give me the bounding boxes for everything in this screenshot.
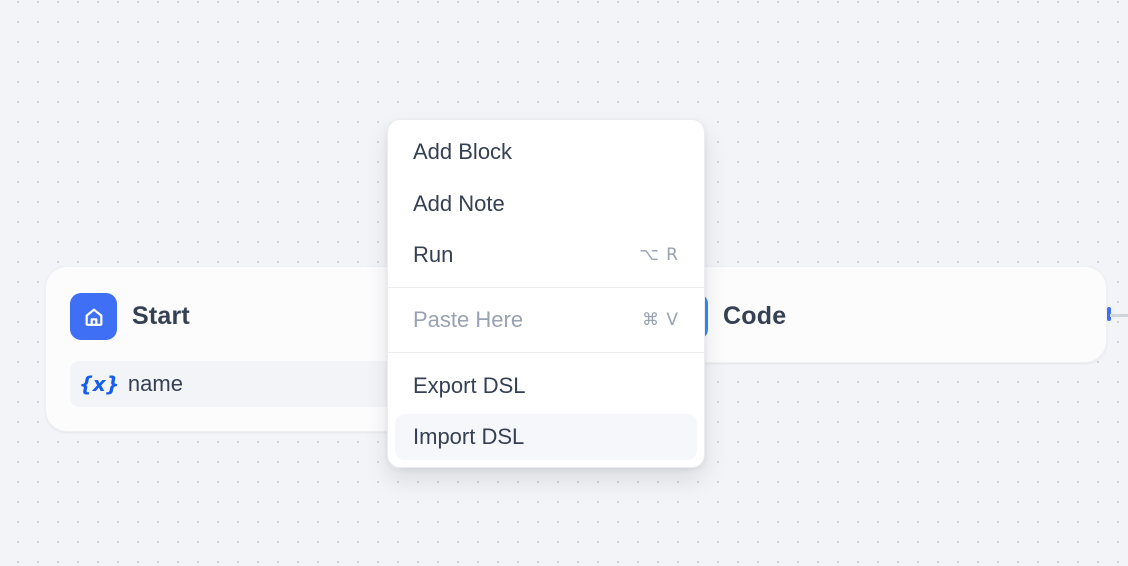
menu-item-add-note[interactable]: Add Note xyxy=(395,181,697,227)
variable-name: name xyxy=(127,371,183,396)
menu-item-label: Export DSL xyxy=(413,373,526,398)
paste-shortcut: ⌘ V xyxy=(641,310,679,330)
start-node-title: Start xyxy=(132,302,190,330)
menu-item-label: Add Note xyxy=(413,191,505,216)
menu-item-add-block[interactable]: Add Block xyxy=(395,129,697,175)
code-node[interactable]: Code xyxy=(660,266,1111,363)
home-icon xyxy=(70,293,117,340)
start-node-header: Start xyxy=(70,293,190,340)
context-menu: Add Block Add Note Run ⌥ R Paste Here ⌘ … xyxy=(387,119,705,468)
menu-item-label: Run xyxy=(413,242,454,267)
variable-item[interactable]: {x} name xyxy=(70,361,400,407)
code-node-title: Code xyxy=(723,302,787,330)
menu-divider xyxy=(388,352,704,353)
menu-divider xyxy=(388,287,704,288)
menu-item-label: Paste Here xyxy=(413,307,524,332)
start-node[interactable]: Start {x} name xyxy=(45,266,425,432)
menu-item-paste-here[interactable]: Paste Here ⌘ V xyxy=(395,297,697,343)
menu-item-label: Import DSL xyxy=(413,424,525,449)
menu-item-label: Add Block xyxy=(413,139,513,164)
run-shortcut: ⌥ R xyxy=(639,245,679,265)
menu-item-import-dsl[interactable]: Import DSL xyxy=(395,414,697,460)
variable-icon: {x} xyxy=(79,372,119,396)
menu-item-export-dsl[interactable]: Export DSL xyxy=(395,363,697,409)
edge-connector xyxy=(1110,314,1128,317)
menu-item-run[interactable]: Run ⌥ R xyxy=(395,232,697,278)
